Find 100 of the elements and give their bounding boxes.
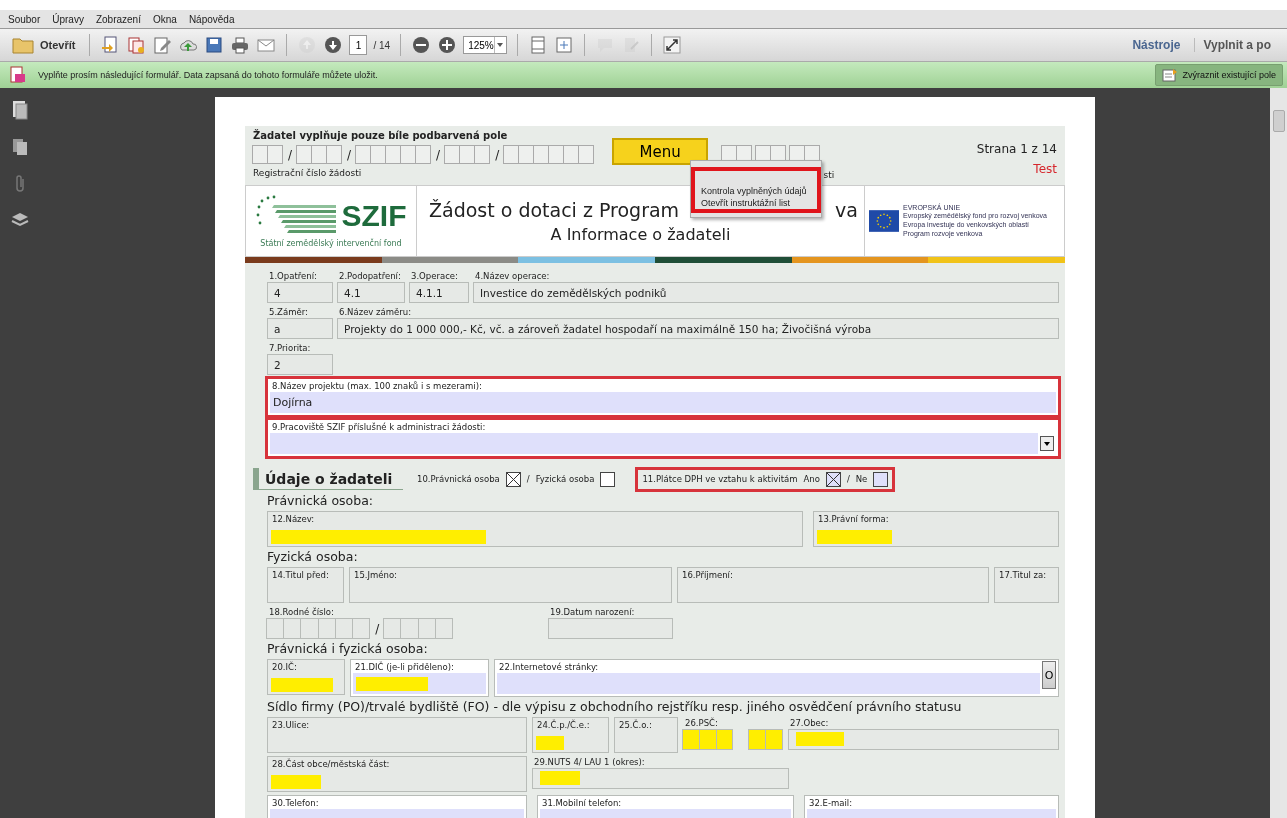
digit-box[interactable] [385,145,402,164]
pages-icon[interactable] [12,100,28,120]
highlight-fields-button[interactable]: Zvýraznit existující pole [1155,64,1283,86]
readonly-field: 4.1.1 [409,282,469,303]
digit-box[interactable] [503,145,520,164]
save-icon[interactable] [204,35,225,55]
menu-button[interactable]: Menu [612,138,709,165]
form-title: Žádost o dotaci z Program [429,198,680,221]
scrollbar[interactable] [1270,88,1287,818]
menu-item[interactable]: Okna [152,13,177,25]
input-field[interactable] [353,673,486,694]
side-button[interactable]: O [1042,661,1056,689]
folder-icon [12,36,34,54]
layers-icon[interactable] [11,212,29,228]
digit-box[interactable] [415,145,432,164]
field-label: 25.Č.o.: [618,719,653,731]
separator-text: / [495,147,500,162]
form-field[interactable]: 20.IČ: [267,659,345,695]
menu-item[interactable]: Zobrazení [95,13,141,25]
separator-text: / [375,621,380,636]
documents-icon[interactable] [126,35,147,55]
checkbox[interactable] [825,471,841,487]
digit-box[interactable] [296,145,313,164]
checkbox[interactable] [600,471,616,487]
form-field[interactable]: 28.Část obce/městská část: [267,756,527,792]
form-field[interactable]: 13.Právní forma: [813,511,1059,547]
form-field[interactable]: 14.Titul před: [267,567,344,603]
digit-box[interactable] [533,145,550,164]
digit-box[interactable] [563,145,580,164]
page-number-field[interactable]: 1 [349,35,368,55]
print-icon[interactable] [230,35,251,55]
menu-item[interactable]: Nápověda [188,13,235,25]
section-subheading: Fyzická osoba: [267,549,359,564]
digit-box[interactable] [400,145,417,164]
menu-item[interactable]: Úpravy [52,13,84,25]
menu-item[interactable]: Otevřít instruktážní list [695,197,797,209]
paperclip-icon[interactable] [13,174,27,194]
separator-text: / [288,147,293,162]
field-label: 28.Část obce/městská část: [271,758,391,770]
digit-box[interactable] [578,145,595,164]
checkbox[interactable] [873,471,889,487]
digit-box[interactable] [355,145,372,164]
copy-icon[interactable] [12,138,28,156]
digit-box[interactable] [400,618,419,639]
edit-document-icon[interactable] [152,35,173,55]
digit-box[interactable] [283,618,302,639]
form-field[interactable]: 15.Jméno: [349,567,672,603]
checkbox[interactable] [505,471,521,487]
digit-box[interactable] [266,618,285,639]
field-label: 24.Č.p./Č.e.: [536,719,591,731]
input-field[interactable] [497,673,1040,694]
open-button[interactable]: Otevřít [8,34,80,56]
digit-box[interactable] [252,145,268,164]
form-field[interactable]: 16.Příjmení: [677,567,989,603]
digit-box[interactable] [300,618,319,639]
logo-subtitle: Státní zemědělský intervenční fond [260,238,402,248]
form-field[interactable]: 17.Titul za: [994,567,1059,603]
toolbar-tab[interactable]: Nástroje [1124,38,1189,52]
menu-item[interactable]: Kontrola vyplněných údajů [695,185,813,197]
field-label: Registrační číslo žádosti [253,168,363,178]
digit-box[interactable] [311,145,328,164]
fullscreen-icon[interactable] [662,35,683,55]
digit-box[interactable] [383,618,402,639]
zoom-in-icon[interactable] [437,35,458,55]
digit-box[interactable] [765,729,783,750]
readonly-field: 2 [267,354,333,375]
dropdown-button[interactable] [1040,436,1054,451]
toolbar-tab[interactable]: Vyplnit a po [1194,38,1279,52]
digit-box[interactable] [474,145,491,164]
digit-box[interactable] [548,145,565,164]
page-count: / 14 [373,39,391,51]
form-document-icon [10,66,26,84]
field-label: 32.E-mail: [808,797,854,809]
text-field[interactable] [532,768,789,789]
menu-item[interactable]: Soubor [8,13,41,25]
zoom-out-icon[interactable] [411,35,432,55]
field-label: 9.Pracoviště SZIF příslušné k administraci žádosti: [271,421,487,433]
fit-width-icon[interactable] [554,35,575,55]
digit-box[interactable] [326,145,343,164]
input-field[interactable]: Dojírna [270,392,1056,413]
section-heading: Údaje o žadateli [253,468,403,490]
zoom-dropdown[interactable]: 125% [463,36,508,54]
dropdown-field[interactable] [270,433,1038,454]
digit-box[interactable] [518,145,535,164]
form-field[interactable]: 12.Název: [267,511,803,547]
digit-box[interactable] [267,145,283,164]
text-field[interactable] [548,618,673,639]
form-field[interactable]: 23.Ulice: [267,717,527,753]
digit-box[interactable] [459,145,476,164]
separator-text: / [526,474,530,484]
digit-box[interactable] [444,145,461,164]
digit-box[interactable] [748,729,767,750]
arrow-up-icon[interactable] [297,35,318,55]
digit-box[interactable] [682,729,700,750]
section-subheading: Sídlo firmy (PO)/trvalé bydliště (FO) - dle výpisu z obchodního rejstříku resp. jiného osvědčení právního statusu [267,699,963,714]
arrow-down-icon[interactable] [323,35,344,55]
digit-box[interactable] [370,145,387,164]
form-field[interactable]: 25.Č.o.: [614,717,678,753]
form-field[interactable]: 24.Č.p./Č.e.: [532,717,609,753]
text-field[interactable] [788,729,1059,750]
